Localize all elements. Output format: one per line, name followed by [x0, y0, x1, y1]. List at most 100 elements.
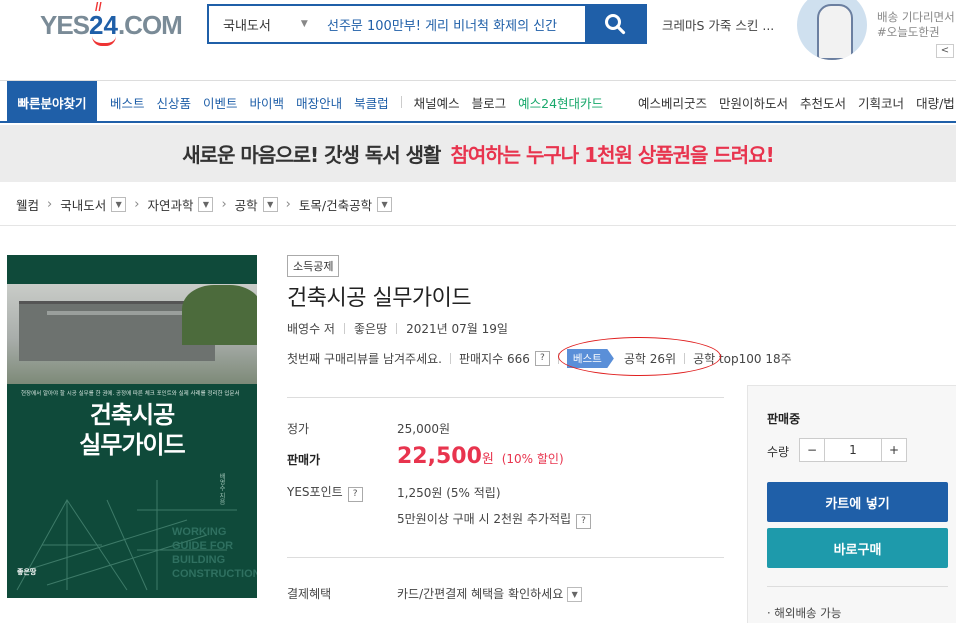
cover-publisher-mark: 좋은땅	[17, 568, 37, 576]
quick-category-button[interactable]: 빠른분야찾기	[7, 81, 97, 123]
gnb-item-channel[interactable]: 채널예스	[414, 93, 460, 112]
chevron-down-icon: ▼	[300, 19, 308, 29]
quantity-decrease-button[interactable]: −	[800, 439, 824, 461]
section-divider	[287, 557, 724, 558]
search-input[interactable]: 선주문 100만부! 게리 비너척 화제의 신간	[317, 6, 585, 42]
promo-figure-icon	[817, 4, 853, 60]
cover-en-line: WORKING	[172, 526, 227, 538]
gnb-item-card[interactable]: 예스24현대카드	[518, 93, 603, 112]
breadcrumb-dropdown-icon[interactable]: ▼	[377, 197, 393, 212]
logo-yes: YES	[40, 10, 90, 40]
yes-point-value: 1,250원 (5% 적립)	[397, 486, 501, 500]
gnb-item-bulk[interactable]: 대량/법	[916, 93, 955, 112]
logo-com: .COM	[117, 10, 183, 40]
extra-point-text: 5만원이상 구매 시 2천원 추가적립	[397, 512, 572, 526]
sales-index: 판매지수 666	[458, 352, 530, 366]
breadcrumb-dropdown-icon[interactable]: ▼	[262, 197, 278, 212]
search-category-label: 국내도서	[223, 18, 271, 34]
highlight-oval-annotation	[558, 337, 721, 376]
sale-status: 판매중	[767, 412, 801, 426]
section-divider	[287, 397, 724, 398]
breadcrumb-engineering[interactable]: 공학	[235, 195, 258, 214]
search-bar: 국내도서 ▼ 선주문 100만부! 게리 비너척 화제의 신간	[207, 4, 647, 44]
search-icon	[605, 14, 626, 35]
review-prompt-link[interactable]: 첫번째 구매리뷰를 남겨주세요.	[287, 350, 442, 367]
book-publisher-link[interactable]: 좋은땅	[354, 320, 387, 337]
payment-benefit[interactable]: 카드/간편결제 혜택을 확인하세요 ▼	[397, 585, 583, 602]
extra-point: 5만원이상 구매 시 2천원 추가적립?	[397, 510, 592, 529]
gnb-item-goods[interactable]: 예스베리굿즈	[638, 93, 707, 112]
promo-prev-button[interactable]: <	[936, 44, 954, 58]
logo-smile-icon	[92, 36, 117, 46]
banner-text-main: 새로운 마음으로! 갓생 독서 생활	[182, 143, 441, 167]
yes-point-label-text: YES포인트	[287, 485, 343, 499]
book-author-link[interactable]: 배영수 저	[287, 320, 335, 337]
meta-divider	[396, 323, 398, 334]
chevron-right-icon: ›	[134, 197, 140, 212]
overseas-shipping-note: · 해외배송 가능	[767, 606, 842, 620]
gnb-divider	[400, 96, 402, 108]
promo-image[interactable]	[797, 0, 867, 60]
chevron-right-icon: ›	[221, 197, 227, 212]
discount-rate: (10% 할인)	[501, 452, 564, 466]
gnb-item-under10k[interactable]: 만원이하도서	[719, 93, 788, 112]
purchase-box: 판매중 수량 − 1 + 카트에 넣기 바로구매 · 해외배송 가능	[747, 385, 956, 623]
gnb-item-buyback[interactable]: 바이백	[250, 93, 285, 112]
purchase-divider	[767, 586, 948, 587]
help-icon[interactable]: ?	[534, 351, 550, 366]
help-icon[interactable]: ?	[576, 514, 592, 529]
help-icon[interactable]: ?	[347, 487, 363, 502]
quantity-label: 수량	[767, 445, 790, 459]
breadcrumb-dropdown-icon[interactable]: ▼	[111, 197, 127, 212]
list-price-value: 25,000원	[397, 422, 451, 436]
gnb-item-recommend[interactable]: 추천도서	[800, 93, 846, 112]
gnb-item-best[interactable]: 베스트	[110, 93, 145, 112]
gnb-item-special[interactable]: 기획코너	[858, 93, 904, 112]
banner-text-highlight: 참여하는 누구나 1천원 상품권을 드려요!	[450, 143, 774, 167]
chevron-right-icon: ›	[47, 197, 53, 212]
logo-accent-icon: //	[95, 0, 102, 14]
logo-24: //24	[89, 0, 118, 46]
book-meta: 배영수 저 좋은땅 2021년 07월 19일	[287, 320, 508, 337]
chevron-down-icon[interactable]: ▼	[567, 587, 583, 602]
search-category-select[interactable]: 국내도서 ▼	[209, 6, 317, 42]
yes24-logo[interactable]: YES//24 .COM	[40, 0, 183, 46]
header-ad-link[interactable]: 크레마S 가죽 스킨 ...	[662, 15, 774, 34]
meta-divider	[449, 353, 451, 364]
promo-line2: #오늘도한권	[877, 25, 940, 39]
gnb-item-bookclub[interactable]: 북클럽	[354, 93, 389, 112]
cover-tree-shape	[182, 285, 257, 345]
quantity-stepper: − 1 +	[799, 438, 907, 462]
breadcrumb-home[interactable]: 웰컴	[16, 195, 39, 214]
search-button[interactable]	[585, 6, 645, 42]
add-to-cart-button[interactable]: 카트에 넣기	[767, 482, 948, 522]
gnb-item-event[interactable]: 이벤트	[203, 93, 238, 112]
quantity-input[interactable]: 1	[824, 439, 882, 461]
breadcrumb-civil[interactable]: 토목/건축공학	[299, 195, 372, 214]
breadcrumb-science[interactable]: 자연과학	[147, 195, 193, 214]
gnb-menu: 베스트 신상품 이벤트 바이백 매장안내 북클럽 채널예스 블로그 예스24현대…	[110, 81, 615, 123]
tax-deduction-badge: 소득공제	[287, 255, 340, 277]
cover-english-title: WORKING GUIDE FOR BUILDING CONSTRUCTION	[172, 525, 257, 581]
gnb-item-blog[interactable]: 블로그	[472, 93, 507, 112]
global-nav: 빠른분야찾기 베스트 신상품 이벤트 바이백 매장안내 북클럽 채널예스 블로그…	[0, 80, 956, 123]
quantity-increase-button[interactable]: +	[882, 439, 906, 461]
payment-benefit-label: 결제혜택	[287, 587, 332, 601]
breadcrumb-dropdown-icon[interactable]: ▼	[198, 197, 214, 212]
event-banner[interactable]: 새로운 마음으로! 갓생 독서 생활 참여하는 누구나 1천원 상품권을 드려요…	[0, 125, 956, 182]
gnb-item-store[interactable]: 매장안내	[296, 93, 342, 112]
cover-en-line: CONSTRUCTION	[172, 568, 257, 580]
payment-benefit-text: 카드/간편결제 혜택을 확인하세요	[397, 587, 564, 601]
book-cover-image[interactable]: 현장에서 알아야 할 시공 실무를 한 권에. 공정에 따른 체크 포인트와 실…	[7, 255, 257, 598]
book-date: 2021년 07월 19일	[406, 322, 508, 336]
sale-price: 22,500원 (10% 할인)	[397, 444, 564, 469]
promo-text[interactable]: 배송 기다리면서 #오늘도한권	[877, 10, 955, 40]
sale-price-label: 판매가	[287, 453, 321, 467]
buy-now-button[interactable]: 바로구매	[767, 528, 948, 568]
breadcrumb-domestic[interactable]: 국내도서	[60, 195, 106, 214]
book-title: 건축시공 실무가이드	[287, 286, 472, 311]
cover-title-line2: 실무가이드	[79, 431, 185, 459]
cover-en-line: GUIDE FOR	[172, 540, 234, 552]
gnb-item-new[interactable]: 신상품	[157, 93, 192, 112]
cover-en-line: BUILDING	[172, 554, 226, 566]
